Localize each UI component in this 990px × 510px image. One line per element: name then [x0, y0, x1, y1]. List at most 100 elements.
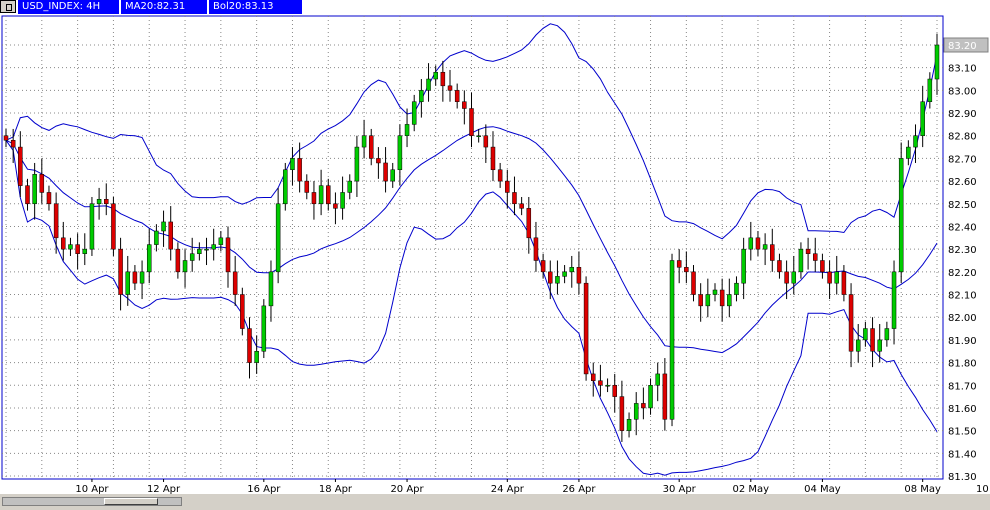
- candle-body: [934, 44, 940, 80]
- candle-body: [225, 237, 231, 273]
- y-tick-label: 82.10: [948, 291, 977, 302]
- scrollbar-thumb[interactable]: [104, 498, 158, 505]
- candle-body: [598, 380, 603, 386]
- candle-body: [333, 203, 338, 209]
- candle-body: [440, 71, 446, 87]
- candle-body: [82, 248, 88, 254]
- candle-body: [898, 158, 904, 273]
- x-tick-label: 02 May: [733, 484, 770, 494]
- candle-body: [691, 271, 696, 295]
- candle-body: [39, 174, 45, 193]
- candle-body: [247, 328, 252, 363]
- candle-body: [712, 289, 718, 295]
- candle-body: [104, 199, 109, 205]
- candle-body: [197, 248, 202, 254]
- candle-body: [669, 260, 675, 420]
- candle-body: [3, 135, 9, 141]
- candle-body: [755, 237, 761, 250]
- candle-body: [139, 271, 145, 284]
- x-tick-label: 04 May: [804, 484, 841, 494]
- y-tick-label: 82.80: [948, 132, 977, 143]
- candle-body: [540, 260, 546, 273]
- candle-body: [619, 396, 625, 431]
- candle-body: [641, 403, 646, 409]
- candle-body: [361, 135, 367, 148]
- candle-body: [46, 192, 52, 205]
- candle-body: [268, 271, 274, 307]
- y-tick-label: 82.90: [948, 109, 977, 120]
- x-tick-label: 26 Apr: [562, 484, 596, 494]
- candle-body: [590, 373, 596, 381]
- x-tick-label: 12 Apr: [147, 484, 181, 494]
- y-tick-label: 82.50: [948, 200, 977, 211]
- candle-body: [870, 328, 875, 352]
- y-tick-label: 82.60: [948, 177, 977, 188]
- y-tick-label: 82.30: [948, 245, 977, 256]
- candle-body: [182, 260, 188, 273]
- candle-body: [813, 253, 818, 261]
- candle-body: [275, 203, 281, 273]
- candle-body: [419, 90, 424, 102]
- candle-body: [96, 199, 102, 205]
- x-tick-label: 10 May: [976, 484, 990, 494]
- candle-body: [770, 244, 775, 261]
- candle-body: [18, 146, 23, 186]
- x-tick-label: 16 Apr: [247, 484, 281, 494]
- candle-body: [326, 185, 331, 205]
- candle-body: [863, 328, 868, 341]
- candle-body: [676, 260, 682, 268]
- candle-body: [433, 71, 438, 80]
- candle-body: [383, 162, 388, 182]
- candle-body: [913, 135, 918, 148]
- candle-body: [827, 271, 832, 284]
- candle-body: [526, 208, 532, 239]
- candle-body: [61, 237, 66, 250]
- candle-body: [805, 248, 811, 254]
- candle-body: [340, 192, 345, 209]
- candle-body: [784, 271, 789, 284]
- y-tick-label: 81.50: [948, 427, 977, 438]
- candle-body: [798, 248, 804, 273]
- candle-body: [125, 271, 130, 295]
- candle-body: [533, 237, 539, 261]
- candle-body: [397, 135, 403, 171]
- candle-body: [53, 203, 59, 239]
- candle-body: [648, 385, 653, 409]
- candle-body: [168, 221, 173, 250]
- candle-body: [261, 305, 267, 352]
- candle-body: [10, 140, 16, 148]
- y-tick-label: 83.10: [948, 64, 977, 75]
- candle-body: [204, 248, 209, 251]
- candle-body: [146, 244, 152, 273]
- candle-body: [25, 185, 30, 205]
- candle-body: [705, 294, 711, 307]
- last-price-label: 83.20: [948, 41, 977, 52]
- candle-body: [290, 158, 295, 171]
- candle-body: [89, 203, 95, 250]
- candle-body: [727, 294, 732, 307]
- candle-body: [497, 169, 503, 182]
- candle-body: [476, 135, 481, 137]
- candle-body: [132, 271, 138, 284]
- candle-body: [719, 289, 725, 307]
- horizontal-scrollbar[interactable]: [0, 494, 990, 510]
- price-chart[interactable]: 81.30 81.40 81.50 81.60 81.70 81.80 81.90 82.00…: [0, 0, 990, 494]
- candle-body: [368, 135, 374, 159]
- x-tick-label: 24 Apr: [491, 484, 525, 494]
- candle-body: [505, 180, 510, 193]
- x-tick-label: 08 May: [904, 484, 941, 494]
- candle-body: [283, 169, 288, 205]
- candle-body: [855, 339, 861, 352]
- y-tick-label: 83.00: [948, 86, 977, 97]
- candle-body: [612, 385, 617, 397]
- candle-body: [791, 271, 797, 284]
- candle-body: [569, 267, 575, 273]
- candle-body: [748, 237, 754, 250]
- candle-body: [118, 248, 123, 295]
- candle-body: [483, 135, 489, 148]
- y-tick-label: 82.70: [948, 154, 977, 165]
- candle-body: [684, 267, 689, 273]
- x-tick-label: 10 Apr: [75, 484, 109, 494]
- candle-body: [655, 373, 660, 386]
- candle-body: [555, 276, 560, 284]
